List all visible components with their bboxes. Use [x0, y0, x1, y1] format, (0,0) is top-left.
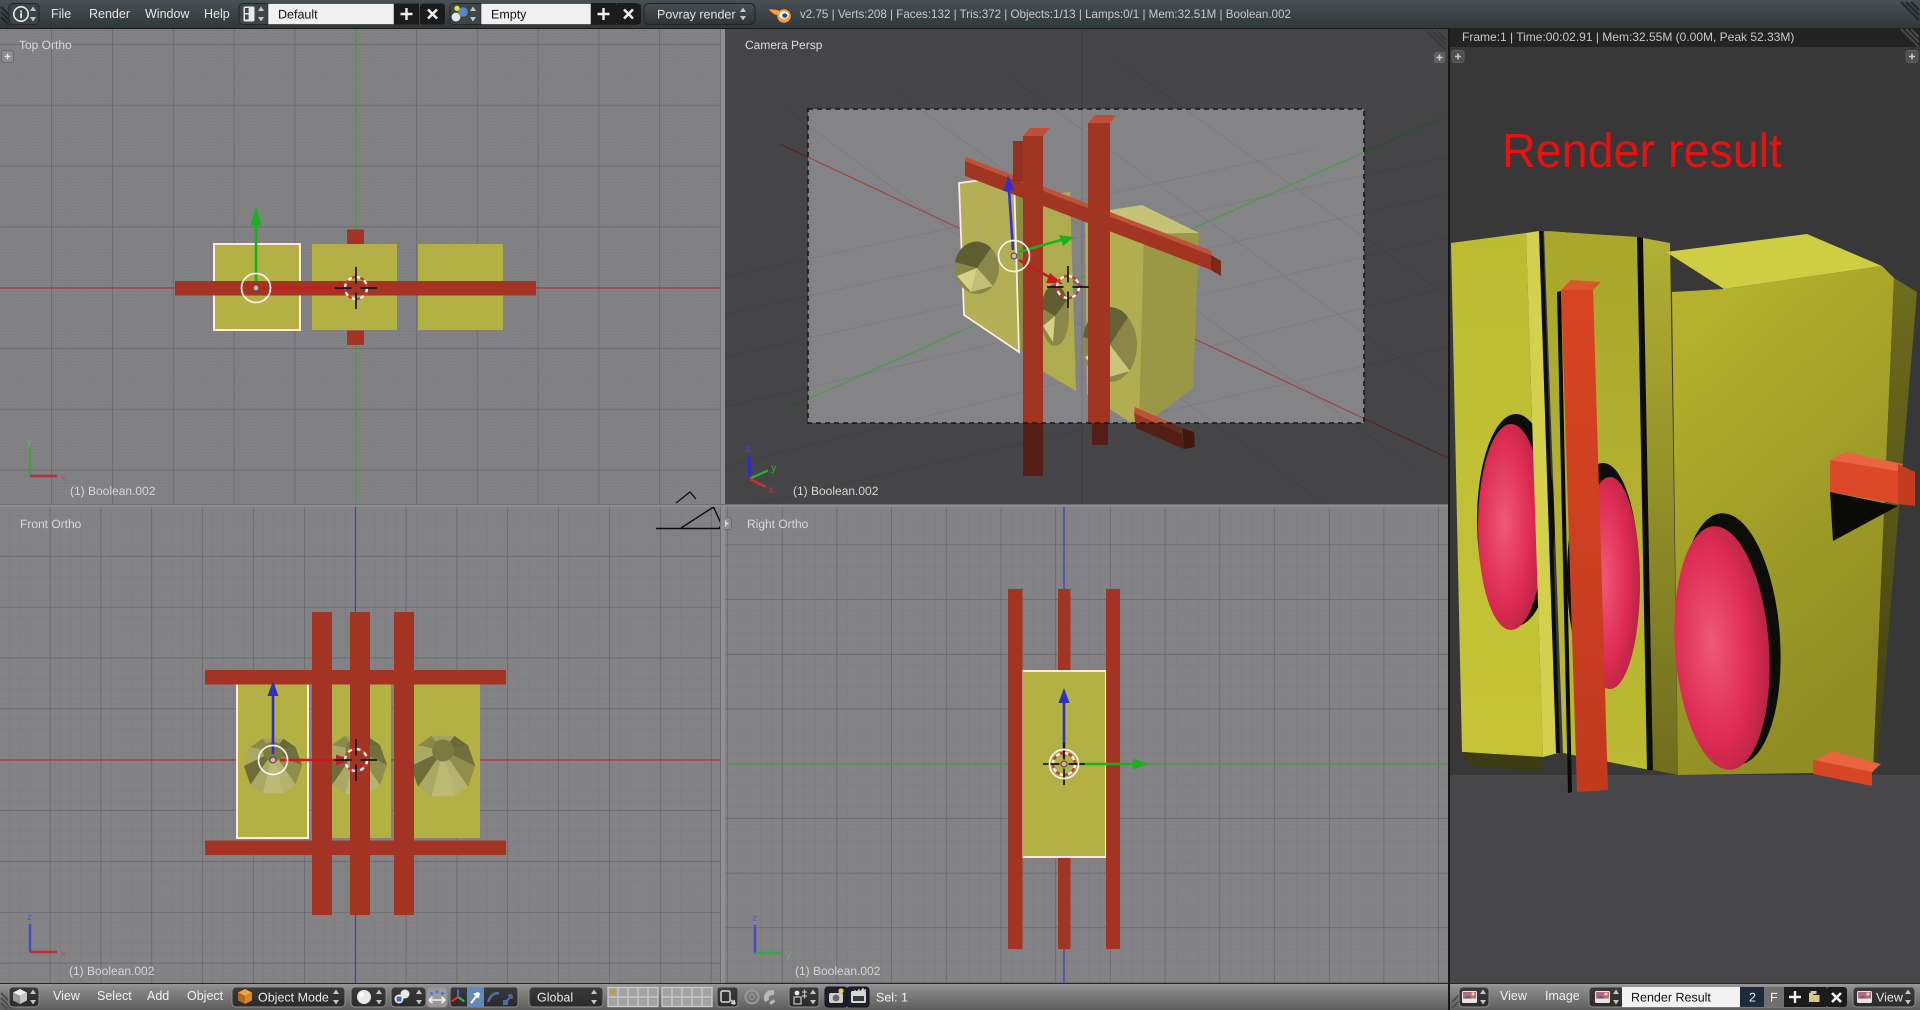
svg-text:y: y [27, 437, 32, 448]
svg-text:Povray render: Povray render [657, 8, 736, 22]
svg-text:F: F [1770, 991, 1778, 1005]
svg-text:Top Ortho: Top Ortho [19, 38, 72, 52]
svg-text:2: 2 [1749, 991, 1756, 1005]
svg-text:y: y [786, 950, 791, 961]
svg-text:Global: Global [537, 991, 573, 1005]
svg-text:z: z [752, 913, 757, 924]
svg-text:Render result: Render result [1502, 125, 1782, 178]
svg-text:Empty: Empty [491, 8, 527, 22]
svg-text:Right Ortho: Right Ortho [747, 517, 809, 531]
svg-text:Default: Default [278, 8, 318, 22]
svg-text:x: x [768, 484, 774, 496]
svg-text:Camera Persp: Camera Persp [745, 38, 823, 52]
svg-text:(1) Boolean.002: (1) Boolean.002 [795, 964, 881, 978]
svg-text:x: x [61, 949, 66, 960]
svg-text:y: y [771, 462, 777, 474]
svg-text:(1) Boolean.002: (1) Boolean.002 [793, 484, 879, 498]
svg-text:(1) Boolean.002: (1) Boolean.002 [70, 484, 156, 498]
svg-text:(1) Boolean.002: (1) Boolean.002 [69, 964, 155, 978]
svg-text:x: x [61, 473, 66, 484]
svg-text:Front Ortho: Front Ortho [20, 517, 82, 531]
svg-text:Render Result: Render Result [1631, 991, 1711, 1005]
svg-text:View: View [1876, 991, 1904, 1005]
svg-text:Sel: 1: Sel: 1 [876, 991, 908, 1005]
svg-text:Object Mode: Object Mode [258, 991, 329, 1005]
svg-text:z: z [27, 912, 32, 923]
svg-text:z: z [745, 443, 751, 455]
